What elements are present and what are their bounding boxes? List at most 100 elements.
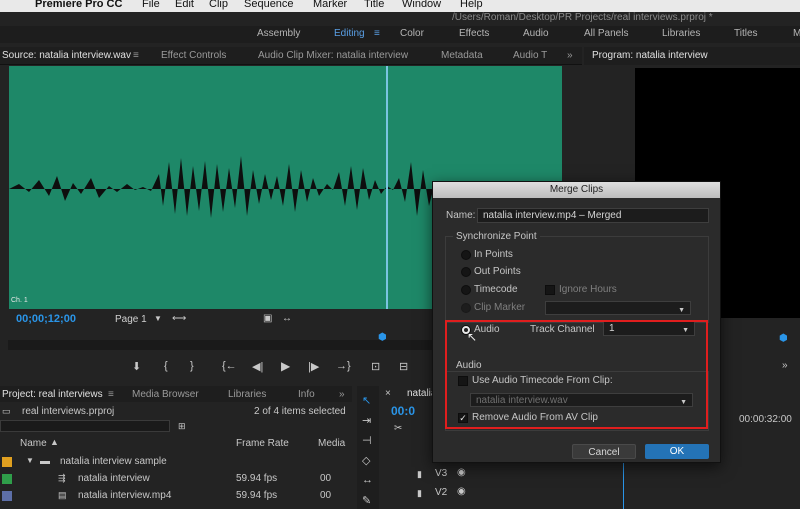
overwrite-icon[interactable]: ⊟ bbox=[399, 360, 408, 373]
zoom-arrows-icon[interactable]: ⟷ bbox=[172, 313, 186, 324]
menu-sequence[interactable]: Sequence bbox=[244, 0, 294, 10]
column-name[interactable]: Name bbox=[20, 438, 47, 449]
workspace-more[interactable]: M bbox=[793, 28, 800, 39]
program-panel-tabs: Program: natalia interview bbox=[584, 47, 800, 65]
tab-source[interactable]: Source: natalia interview.wav bbox=[2, 50, 131, 61]
mark-in-icon[interactable]: { bbox=[164, 360, 168, 372]
out-points-label[interactable]: Out Points bbox=[474, 266, 521, 277]
eye-icon[interactable]: ◉ bbox=[457, 486, 466, 497]
track-select-tool-icon[interactable]: ⇥ bbox=[362, 414, 371, 427]
column-media[interactable]: Media bbox=[318, 438, 345, 449]
tab-menu-icon[interactable]: ≡ bbox=[133, 50, 139, 61]
sort-up-icon[interactable]: ▲ bbox=[50, 437, 59, 447]
cancel-button[interactable]: Cancel bbox=[572, 444, 636, 459]
ripple-edit-tool-icon[interactable]: ⊣ bbox=[362, 434, 372, 447]
clip-marker-radio[interactable] bbox=[461, 303, 471, 313]
eye-icon[interactable]: ◉ bbox=[457, 467, 466, 478]
app-menu[interactable]: Premiere Pro CC bbox=[35, 0, 122, 10]
project-path: /Users/Roman/Desktop/PR Projects/real in… bbox=[452, 12, 713, 23]
in-points-label[interactable]: In Points bbox=[474, 249, 513, 260]
workspace-all-panels[interactable]: All Panels bbox=[584, 28, 628, 39]
timeline-timecode[interactable]: 00:0 bbox=[391, 404, 415, 418]
table-row[interactable]: ▼ ▬ natalia interview sample bbox=[0, 454, 352, 471]
menu-window[interactable]: Window bbox=[402, 0, 441, 10]
source-playhead[interactable] bbox=[386, 66, 388, 309]
clip-icon: ▤ bbox=[58, 490, 67, 500]
pen-tool-icon[interactable]: ✎ bbox=[362, 494, 371, 507]
source-ruler-playhead-icon[interactable]: ⬢ bbox=[378, 332, 387, 343]
tab-audio-track[interactable]: Audio T bbox=[513, 50, 547, 61]
table-row[interactable]: ⇶ natalia interview 59.94 fps 00 bbox=[0, 471, 352, 488]
workspace-audio[interactable]: Audio bbox=[523, 28, 549, 39]
workspace-effects[interactable]: Effects bbox=[459, 28, 489, 39]
project-file-name: real interviews.prproj bbox=[22, 406, 115, 417]
selection-tool-icon[interactable]: ↖ bbox=[362, 394, 371, 407]
page-dropdown-icon[interactable]: ▼ bbox=[154, 314, 162, 323]
workspace-titles[interactable]: Titles bbox=[734, 28, 758, 39]
source-timecode[interactable]: 00;00;12;00 bbox=[16, 313, 76, 325]
track-target-icon[interactable]: ▮ bbox=[417, 488, 422, 499]
tab-audio-clip-mixer[interactable]: Audio Clip Mixer: natalia interview bbox=[258, 50, 408, 61]
program-title[interactable]: Program: natalia interview bbox=[592, 50, 708, 61]
row-media: 00 bbox=[320, 473, 332, 484]
zoom-fit-icon[interactable]: ↔ bbox=[282, 313, 292, 324]
column-frame-rate[interactable]: Frame Rate bbox=[236, 438, 289, 449]
mark-out-icon[interactable]: } bbox=[190, 360, 194, 372]
tab-effect-controls[interactable]: Effect Controls bbox=[161, 50, 226, 61]
track-label-v2[interactable]: V2 bbox=[435, 487, 447, 498]
more-tabs-icon[interactable]: » bbox=[567, 50, 573, 61]
row-media: 00 bbox=[320, 490, 332, 501]
ignore-hours-checkbox[interactable] bbox=[545, 285, 555, 295]
tab-info[interactable]: Info bbox=[298, 389, 315, 400]
page-select[interactable]: Page 1 bbox=[115, 314, 147, 325]
program-playhead-icon[interactable]: ⬢ bbox=[779, 333, 788, 344]
insert-icon[interactable]: ⊡ bbox=[371, 360, 380, 373]
timecode-radio[interactable] bbox=[461, 285, 471, 295]
go-to-out-icon[interactable]: →} bbox=[336, 360, 351, 372]
name-label: Name: bbox=[446, 210, 476, 221]
tab-project[interactable]: Project: real interviews bbox=[2, 389, 103, 400]
menu-help[interactable]: Help bbox=[460, 0, 483, 10]
new-bin-icon[interactable]: ⊞ bbox=[178, 421, 186, 432]
ok-button[interactable]: OK bbox=[645, 444, 709, 459]
timecode-label[interactable]: Timecode bbox=[474, 284, 518, 295]
menu-title[interactable]: Title bbox=[364, 0, 384, 10]
workspace-editing[interactable]: Editing bbox=[334, 28, 365, 39]
menu-edit[interactable]: Edit bbox=[175, 0, 194, 10]
name-input[interactable]: natalia interview.mp4 – Merged bbox=[477, 208, 709, 223]
workspace-libraries[interactable]: Libraries bbox=[662, 28, 700, 39]
tab-media-browser[interactable]: Media Browser bbox=[132, 389, 199, 400]
tab-metadata[interactable]: Metadata bbox=[441, 50, 483, 61]
go-to-in-icon[interactable]: {← bbox=[222, 360, 237, 372]
track-target-icon[interactable]: ▮ bbox=[417, 469, 422, 480]
export-frame-icon[interactable]: ▣ bbox=[263, 313, 272, 324]
menu-marker[interactable]: Marker bbox=[313, 0, 347, 10]
slip-tool-icon[interactable]: ↔ bbox=[362, 474, 373, 486]
razor-tool-icon[interactable]: ◇ bbox=[362, 454, 370, 467]
project-more-tabs-icon[interactable]: » bbox=[339, 389, 345, 400]
step-back-icon[interactable]: ◀| bbox=[252, 360, 263, 373]
step-forward-icon[interactable]: |▶ bbox=[308, 360, 319, 373]
expand-arrow-icon[interactable]: ▼ bbox=[26, 456, 34, 465]
project-tab-menu-icon[interactable]: ≡ bbox=[108, 389, 114, 400]
row-fps: 59.94 fps bbox=[236, 490, 278, 501]
workspace-color[interactable]: Color bbox=[400, 28, 424, 39]
out-points-radio[interactable] bbox=[461, 267, 471, 277]
project-search-input[interactable] bbox=[0, 420, 170, 432]
tools-panel: ↖ ⇥ ⊣ ◇ ↔ ✎ bbox=[357, 386, 379, 509]
timeline-close-icon[interactable]: × bbox=[385, 388, 391, 399]
menu-file[interactable]: File bbox=[142, 0, 160, 10]
ignore-hours-label: Ignore Hours bbox=[559, 284, 617, 295]
track-label-v3[interactable]: V3 bbox=[435, 468, 447, 479]
in-points-radio[interactable] bbox=[461, 250, 471, 260]
add-marker-icon[interactable]: ⬇ bbox=[132, 360, 141, 373]
workspace-assembly[interactable]: Assembly bbox=[257, 28, 300, 39]
program-overflow-icon[interactable]: » bbox=[782, 360, 788, 371]
play-icon[interactable]: ▶ bbox=[281, 359, 290, 373]
sync-point-label: Synchronize Point bbox=[453, 231, 540, 242]
table-row[interactable]: ▤ natalia interview.mp4 59.94 fps 00 bbox=[0, 488, 352, 505]
tab-libraries[interactable]: Libraries bbox=[228, 389, 266, 400]
snap-icon[interactable]: ✂ bbox=[394, 423, 402, 434]
menu-clip[interactable]: Clip bbox=[209, 0, 228, 10]
workspace-menu-icon[interactable]: ≡ bbox=[374, 28, 380, 39]
